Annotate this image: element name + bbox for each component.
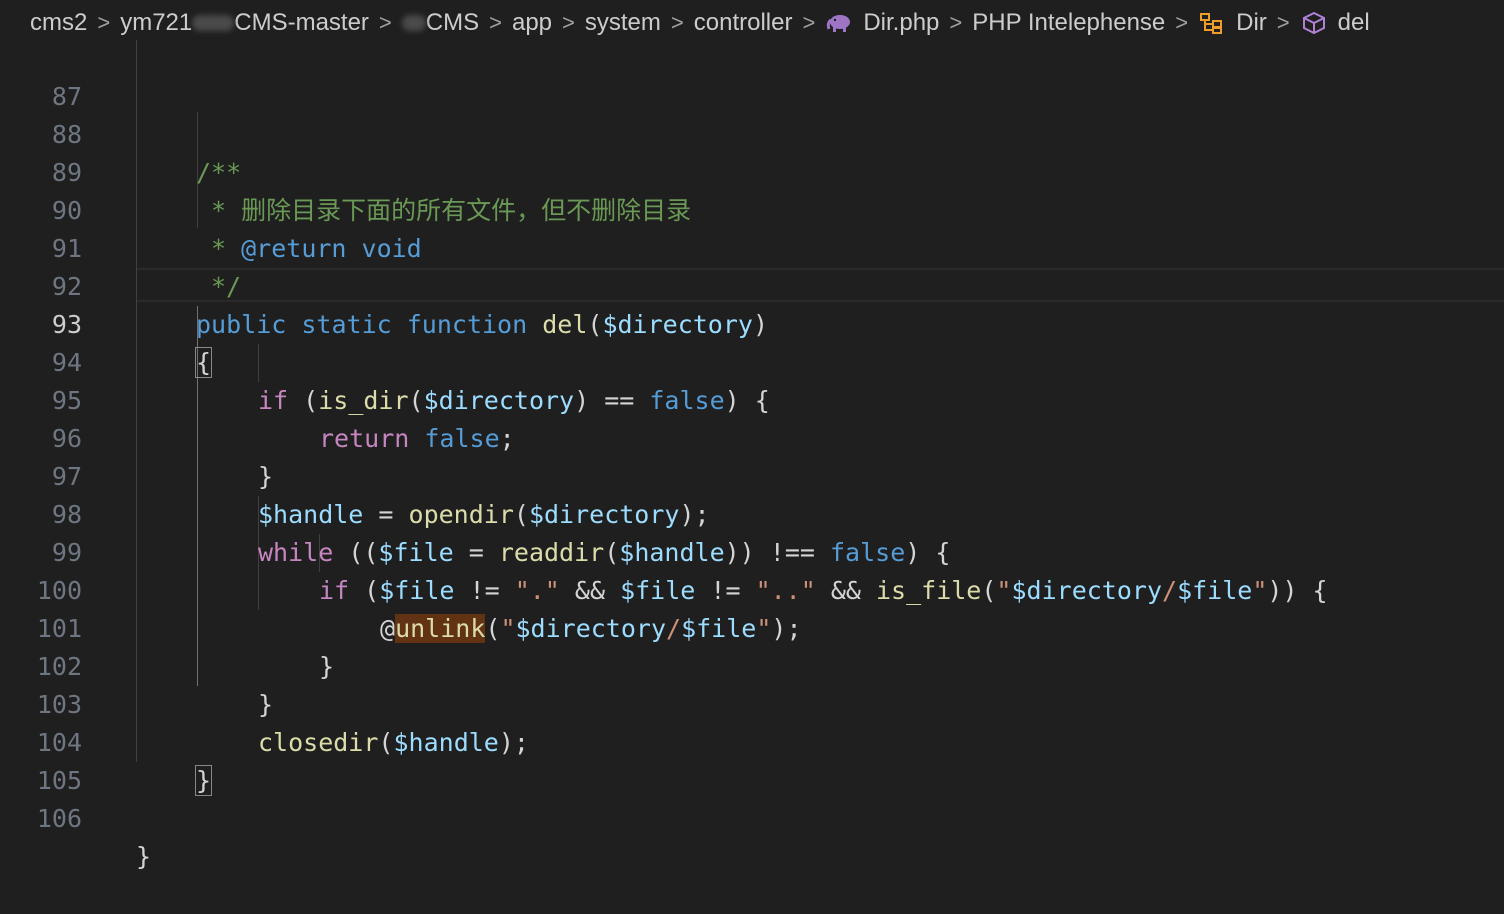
chevron-right-icon: >	[97, 10, 111, 35]
code-line: 101 }	[0, 572, 1504, 681]
chevron-right-icon: >	[949, 10, 963, 35]
breadcrumb-item-file[interactable]: Dir.php	[825, 9, 939, 37]
breadcrumb-item-method[interactable]: del	[1300, 9, 1370, 37]
code-editor[interactable]: 87 88 /** 89 * 删除目录下面的所有文件，但不删除目录 90 * @…	[0, 40, 1504, 871]
chevron-right-icon: >	[802, 10, 816, 35]
method-cube-icon	[1302, 11, 1325, 35]
code-line: 92 public static function del($directory…	[0, 230, 1504, 339]
code-line: 100 @unlink("$directory/$file");	[0, 534, 1504, 643]
breadcrumb-label: del	[1337, 9, 1370, 36]
breadcrumb-label: cms2	[30, 9, 88, 36]
code-line: 104 }	[0, 686, 1504, 796]
class-icon	[1200, 13, 1223, 34]
code-line: 99 if ($file != "." && $file != ".." && …	[0, 496, 1504, 605]
chevron-right-icon: >	[1276, 10, 1290, 35]
breadcrumb-label: app	[511, 9, 553, 36]
breadcrumb-label: ym721	[120, 9, 193, 36]
breadcrumb-item-class[interactable]: Dir	[1198, 9, 1267, 37]
php-elephant-icon	[827, 15, 851, 32]
breadcrumb-item-app[interactable]: app	[512, 9, 552, 37]
redaction-blur	[192, 15, 235, 31]
chevron-right-icon: >	[489, 10, 502, 35]
breadcrumb-item-cms[interactable]: CMS	[401, 9, 480, 37]
breadcrumb-item-intelephense[interactable]: PHP Intelephense	[972, 9, 1165, 37]
code-line: 96 }	[0, 382, 1504, 491]
code-line: 95 return false;	[0, 344, 1504, 453]
code-line: 88 /**	[0, 78, 1504, 187]
breadcrumb-item-controller[interactable]: controller	[694, 9, 793, 37]
code-line: 103 closedir($handle);	[0, 648, 1504, 757]
chevron-right-icon: >	[1175, 10, 1189, 35]
breadcrumb-label: Dir.php	[863, 9, 940, 36]
breadcrumb-item-cms-master[interactable]: CMS-master	[234, 9, 369, 37]
code-line: 90 * @return void	[0, 154, 1504, 263]
code-line: 91 */	[0, 192, 1504, 301]
breadcrumb-label: CMS-master	[234, 9, 369, 36]
chevron-right-icon: >	[562, 10, 575, 35]
breadcrumb-label: controller	[693, 9, 793, 36]
code-line: 102 }	[0, 610, 1504, 719]
code-line: 89 * 删除目录下面的所有文件，但不删除目录	[0, 116, 1504, 225]
code-line: 105	[0, 724, 1504, 795]
line-number: 106	[36, 804, 82, 833]
code-line: 97 $handle = opendir($directory);	[0, 420, 1504, 529]
breadcrumb-item-system[interactable]: system	[585, 9, 661, 37]
breadcrumb-item-ym721[interactable]: ym721	[120, 9, 235, 37]
punctuation-token: }	[136, 842, 152, 871]
breadcrumb-label: CMS	[425, 9, 480, 36]
code-line-active: 93 {	[0, 268, 1504, 378]
redaction-blur	[401, 15, 426, 31]
chevron-right-icon: >	[378, 10, 392, 35]
code-line: 106 }	[0, 762, 1504, 871]
breadcrumb-label: PHP Intelephense	[972, 9, 1166, 36]
chevron-right-icon: >	[670, 10, 684, 35]
breadcrumb-label: Dir	[1236, 9, 1267, 36]
breadcrumb-label: system	[584, 9, 661, 36]
code-line: 98 while (($file = readdir($handle)) !==…	[0, 458, 1504, 567]
code-line: 94 if (is_dir($directory) == false) {	[0, 306, 1504, 415]
code-line: 87	[0, 40, 1504, 111]
breadcrumb-item-cms2[interactable]: cms2	[30, 9, 87, 37]
